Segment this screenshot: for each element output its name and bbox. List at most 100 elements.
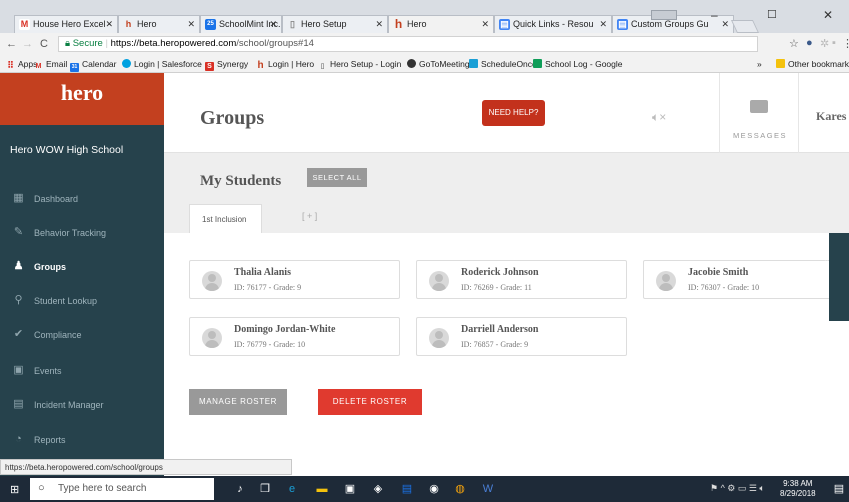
sidebar-item-label: Behavior Tracking bbox=[34, 228, 107, 238]
school-name[interactable]: Hero WOW High School bbox=[10, 144, 123, 156]
notifications-icon[interactable]: ▤ bbox=[832, 482, 846, 496]
extension-icon[interactable]: ● bbox=[806, 37, 813, 49]
file-explorer-icon[interactable]: ▬ bbox=[315, 482, 329, 496]
bookmarks-bar: ⠿ Apps M Email 31 Calendar Login | Salesfor… bbox=[0, 55, 849, 73]
student-card[interactable]: Roderick Johnson ID: 76269 - Grade: 11 bbox=[416, 260, 627, 299]
mute-icon[interactable]: 🔈︎× bbox=[652, 110, 666, 125]
close-icon[interactable]: ✕ bbox=[481, 19, 489, 30]
close-icon[interactable]: ✕ bbox=[375, 19, 383, 30]
doc-icon: ▤ bbox=[499, 19, 510, 30]
bookmark-apps[interactable]: ⠿ Apps bbox=[6, 59, 37, 70]
profile-badge[interactable] bbox=[651, 10, 677, 20]
menu-icon[interactable]: ⋮ bbox=[842, 37, 849, 50]
other-bookmarks[interactable]: Other bookmarks bbox=[776, 59, 849, 69]
doc-icon: ▯ bbox=[290, 19, 295, 29]
gmail-icon: M bbox=[19, 19, 30, 30]
store-icon[interactable]: ▣ bbox=[343, 482, 357, 496]
student-name: Thalia Alanis bbox=[234, 267, 291, 278]
browser-tab-active[interactable]: h Hero ✕ bbox=[388, 15, 494, 33]
user-name[interactable]: Kares bbox=[816, 109, 846, 124]
delete-roster-button[interactable]: DELETE ROSTER bbox=[318, 389, 422, 415]
browser-tab[interactable]: ▯ Hero Setup ✕ bbox=[282, 15, 388, 33]
messages-button[interactable]: MESSAGES bbox=[719, 73, 799, 153]
search-placeholder: Type here to search bbox=[58, 483, 147, 494]
bookmark-label: Login | Hero bbox=[268, 59, 315, 69]
panel-header: My Students SELECT ALL 1st Inclusion [ +… bbox=[164, 153, 849, 233]
reload-icon[interactable]: C bbox=[40, 38, 48, 50]
outlook-icon[interactable]: ▤ bbox=[400, 482, 414, 496]
maximize-icon[interactable]: ☐ bbox=[767, 8, 777, 21]
student-detail: ID: 76269 - Grade: 11 bbox=[461, 283, 532, 292]
sidebar-item-behavior-tracking[interactable]: ✎ Behavior Tracking bbox=[0, 221, 164, 245]
star-icon[interactable]: ☆ bbox=[789, 37, 799, 50]
student-card[interactable]: Domingo Jordan-White ID: 76779 - Grade: … bbox=[189, 317, 400, 356]
forward-icon[interactable]: → bbox=[22, 38, 33, 50]
page-title: Groups bbox=[200, 107, 265, 129]
close-window-icon[interactable]: ✕ bbox=[823, 8, 833, 22]
student-card[interactable]: Darriell Anderson ID: 76857 - Grade: 9 bbox=[416, 317, 627, 356]
back-icon[interactable]: ← bbox=[6, 38, 17, 50]
clock-date: 8/29/2018 bbox=[780, 489, 816, 498]
check-icon: ✔ bbox=[13, 328, 24, 340]
feedback-tab[interactable]: Feedback bbox=[821, 233, 849, 321]
minimize-icon[interactable]: – bbox=[711, 8, 718, 22]
address-bar[interactable]: 🔒︎ Secure | https://beta.heropowered.com… bbox=[58, 36, 758, 52]
microphone-icon[interactable]: ♪ bbox=[233, 482, 247, 496]
behavior-icon: ✎ bbox=[13, 226, 24, 238]
bookmark-synergy[interactable]: S Synergy bbox=[205, 59, 248, 71]
bookmark-scheduleonce[interactable]: ScheduleOnce bbox=[469, 59, 537, 69]
extension-icon[interactable]: ✲ bbox=[820, 37, 829, 50]
sidebar-item-compliance[interactable]: ✔ Compliance bbox=[0, 323, 164, 347]
student-card[interactable]: Jacobie Smith ID: 76307 - Grade: 10 bbox=[643, 260, 849, 299]
windows-start-icon[interactable]: ⊞ bbox=[10, 483, 19, 496]
close-icon[interactable]: ✕ bbox=[721, 19, 729, 30]
bookmark-salesforce[interactable]: Login | Salesforce bbox=[122, 59, 202, 69]
add-tab-button[interactable]: [ + ] bbox=[302, 211, 317, 221]
bookmark-login-hero[interactable]: h Login | Hero bbox=[256, 59, 315, 71]
chrome-icon[interactable]: ◍ bbox=[453, 482, 467, 496]
app-icon[interactable]: ◈ bbox=[371, 482, 385, 496]
sidebar-item-label: Dashboard bbox=[34, 194, 79, 204]
close-icon[interactable]: ✕ bbox=[599, 19, 607, 30]
word-icon[interactable]: W bbox=[481, 482, 495, 496]
manage-roster-button[interactable]: MANAGE ROSTER bbox=[189, 389, 287, 415]
select-all-button[interactable]: SELECT ALL bbox=[307, 168, 367, 187]
sidebar-item-groups[interactable]: ♟ Groups bbox=[0, 255, 164, 279]
bookmark-school-log[interactable]: School Log - Google bbox=[533, 59, 623, 69]
sidebar-item-incident-manager[interactable]: ▤ Incident Manager bbox=[0, 393, 164, 417]
page-header: Groups NEED HELP? 🔈︎× MESSAGES Kares bbox=[164, 73, 849, 153]
bookmark-email[interactable]: M Email bbox=[34, 59, 68, 71]
sidebar-item-dashboard[interactable]: ▦ Dashboard bbox=[0, 187, 164, 211]
edge-icon[interactable]: e bbox=[285, 482, 299, 496]
close-icon[interactable]: ✕ bbox=[105, 19, 113, 30]
bookmark-label: GoToMeeting bbox=[419, 59, 470, 69]
doc-icon: ▤ bbox=[617, 19, 628, 30]
task-view-icon[interactable]: ❒ bbox=[258, 482, 272, 496]
browser-tab[interactable]: h Hero ✕ bbox=[118, 15, 200, 33]
close-icon[interactable]: ✕ bbox=[187, 19, 195, 30]
sidebar-item-reports[interactable]: ◔ Reports bbox=[0, 428, 164, 452]
bookmark-gotomeeting[interactable]: GoToMeeting bbox=[407, 59, 470, 69]
browser-tab[interactable]: ▤ Quick Links - Resou ✕ bbox=[494, 15, 612, 33]
hero-logo[interactable]: hero bbox=[0, 73, 164, 125]
browser-tab[interactable]: 25 SchoolMint Inc. - C ✕ bbox=[200, 15, 282, 33]
tab-label: Quick Links - Resou bbox=[513, 19, 594, 29]
sidebar-item-events[interactable]: ▣ Events bbox=[0, 359, 164, 383]
student-card[interactable]: Thalia Alanis ID: 76177 - Grade: 9 bbox=[189, 260, 400, 299]
bookmark-calendar[interactable]: 31 Calendar bbox=[70, 59, 117, 72]
bookmark-hero-setup[interactable]: ▯ Hero Setup - Login bbox=[318, 59, 402, 71]
sidebar-item-student-lookup[interactable]: ⚲ Student Lookup bbox=[0, 289, 164, 313]
need-help-button[interactable]: NEED HELP? bbox=[482, 100, 545, 126]
browser-tab[interactable]: M House Hero Excel - ✕ bbox=[14, 15, 118, 33]
new-tab-button[interactable] bbox=[730, 20, 760, 33]
taskbar-search[interactable]: ○ Type here to search bbox=[30, 478, 214, 500]
reports-icon: ◔ bbox=[15, 433, 22, 445]
close-icon[interactable]: ✕ bbox=[269, 19, 277, 30]
bookmarks-overflow[interactable]: » bbox=[757, 59, 762, 69]
app-icon[interactable]: ◉ bbox=[427, 482, 441, 496]
tab-1st-inclusion[interactable]: 1st Inclusion bbox=[189, 204, 262, 233]
secure-label: Secure bbox=[72, 38, 103, 49]
clock[interactable]: 9:38 AM 8/29/2018 bbox=[780, 479, 816, 499]
system-tray[interactable]: ⚑ ^ ⚙ ▭ ☰ 🔈︎ bbox=[710, 483, 765, 494]
extension-icon[interactable]: ▪ bbox=[832, 37, 836, 49]
